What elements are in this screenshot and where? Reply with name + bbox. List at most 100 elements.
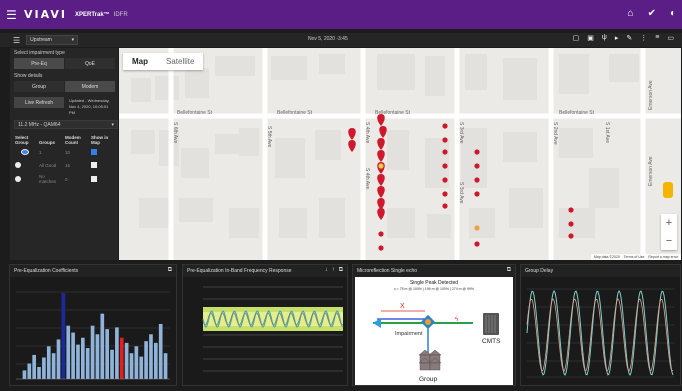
coefficient-bar: [27, 363, 32, 379]
antenna-icon[interactable]: ψ: [602, 34, 607, 42]
direction-select[interactable]: Upstream ▾: [26, 35, 79, 45]
modem-marker-icon[interactable]: [474, 241, 480, 247]
modem-marker-icon[interactable]: [474, 191, 480, 197]
tab-modem[interactable]: Modem: [65, 81, 115, 92]
select-group-radio[interactable]: [15, 162, 21, 168]
modem-marker-icon[interactable]: [442, 137, 448, 143]
table-row[interactable]: All Good 16: [13, 159, 117, 172]
zoom-in-button[interactable]: +: [661, 214, 677, 232]
image-icon[interactable]: ▣: [587, 34, 594, 42]
group-house-icon: [418, 349, 442, 371]
check-icon[interactable]: ✔: [648, 8, 656, 20]
modem-count: 16: [65, 163, 71, 168]
report-error-link[interactable]: Report a map error: [648, 255, 678, 259]
modem-marker-icon[interactable]: [377, 150, 385, 162]
coefficient-bar: [144, 341, 148, 379]
modem-marker-icon[interactable]: [377, 114, 385, 126]
modem-marker-icon[interactable]: [379, 126, 387, 138]
more-vert-icon[interactable]: ⋮: [640, 34, 647, 42]
modem-marker-icon[interactable]: [442, 191, 448, 197]
direction-value: Upstream: [30, 37, 52, 43]
coefficient-bar: [100, 313, 105, 379]
edit-icon[interactable]: ✎: [626, 34, 632, 42]
zoom-out-button[interactable]: −: [661, 232, 677, 250]
cmts-label: CMTS: [482, 338, 501, 345]
select-group-radio[interactable]: [15, 175, 21, 182]
show-in-map-checkbox[interactable]: [91, 149, 97, 155]
tab-pre-eq[interactable]: Pre-Eq: [14, 58, 64, 69]
modem-marker-icon[interactable]: [442, 149, 448, 155]
modem-marker-icon[interactable]: [442, 177, 448, 183]
map-canvas[interactable]: Bellefontaine St Bellefontaine St Bellef…: [119, 48, 681, 260]
street-view-pegman-icon[interactable]: [663, 182, 673, 198]
tab-map[interactable]: Map: [123, 53, 157, 70]
hamburger-menu-icon[interactable]: ☰: [6, 8, 20, 22]
modem-marker-icon[interactable]: [348, 128, 356, 140]
modem-marker-icon[interactable]: [442, 123, 448, 129]
live-refresh-button[interactable]: Live Refresh: [14, 97, 64, 108]
panel-title: Pre-Equalization Coefficients: [14, 268, 79, 274]
terms-link[interactable]: Terms of Use: [624, 255, 645, 259]
show-in-map-checkbox[interactable]: [91, 162, 97, 168]
upload-icon[interactable]: ↑: [332, 267, 335, 274]
modem-marker-icon[interactable]: [474, 225, 480, 231]
home-icon[interactable]: ⌂: [628, 8, 634, 20]
table-row[interactable]: No matches 0: [13, 172, 117, 186]
panel-title: Pre-Equalization In-Band Frequency Respo…: [187, 268, 292, 274]
modem-marker-icon[interactable]: [377, 208, 385, 220]
modem-marker-icon[interactable]: [568, 207, 574, 213]
expand-icon[interactable]: ⧉: [507, 267, 511, 274]
echo-svg: X Impairment ϟ CMTS Group: [373, 303, 501, 383]
frequency-select[interactable]: 11.2 MHz - QAM64 ▾: [14, 120, 118, 129]
modem-marker-icon[interactable]: [474, 177, 480, 183]
tab-qoe[interactable]: QoE: [65, 58, 115, 69]
section-name: IDFR: [113, 11, 128, 18]
select-group-radio[interactable]: [21, 149, 29, 155]
coefficient-bar: [119, 337, 124, 379]
updated-text: Updated - Wednesday, Nov 4, 2020, 10:05:…: [69, 98, 110, 115]
modem-marker-icon[interactable]: [568, 221, 574, 227]
panel-title: Microreflection Single echo: [357, 268, 418, 274]
coefficient-bar: [37, 366, 41, 379]
coefficient-bar: [71, 332, 75, 379]
expand-icon[interactable]: ⧉: [168, 267, 172, 274]
modem-marker-icon[interactable]: [377, 138, 385, 150]
modem-marker-icon[interactable]: [378, 163, 384, 169]
modem-marker-icon[interactable]: [442, 163, 448, 169]
frequency-response-svg: [202, 286, 344, 372]
modem-marker-icon[interactable]: [378, 245, 384, 251]
modem-marker-icon[interactable]: [377, 186, 385, 198]
coefficient-bar: [46, 346, 51, 379]
contrast-icon[interactable]: ◐: [670, 8, 676, 20]
table-header-row: Select Group Groups Modem Count Show in …: [13, 134, 117, 146]
brand-logo: VIAVI: [24, 8, 67, 21]
panel-icon[interactable]: ▭: [667, 34, 674, 42]
modem-marker-icon[interactable]: [348, 140, 356, 152]
play-icon[interactable]: ▸: [615, 34, 619, 42]
screen-icon[interactable]: ▢: [573, 34, 580, 42]
sidebar-toggle-icon[interactable]: ☰: [13, 36, 20, 45]
tab-satellite[interactable]: Satellite: [157, 53, 203, 70]
coefficient-bar: [66, 325, 71, 379]
download-icon[interactable]: ↓: [325, 267, 328, 274]
modem-marker-icon[interactable]: [568, 233, 574, 239]
x-distance-label: X: [400, 303, 405, 310]
modem-marker-icon[interactable]: [474, 149, 480, 155]
coefficient-bar: [149, 334, 153, 379]
column-header: Show in Map: [91, 135, 109, 145]
map-view[interactable]: Bellefontaine St Bellefontaine St Bellef…: [119, 48, 681, 260]
tab-group[interactable]: Group: [14, 81, 64, 92]
group-delay-chart: [521, 277, 680, 385]
modem-marker-icon[interactable]: [442, 203, 448, 209]
table-row[interactable]: 1 10: [13, 146, 117, 159]
modem-marker-icon[interactable]: [377, 174, 385, 186]
modem-marker-icon[interactable]: [474, 163, 480, 169]
list-icon[interactable]: ≡: [655, 34, 659, 42]
column-header: Select Group: [15, 135, 29, 145]
modem-marker-icon[interactable]: [378, 231, 384, 237]
frequency-value: 11.2 MHz - QAM64: [18, 121, 61, 128]
expand-icon[interactable]: ⧉: [339, 267, 343, 274]
coefficient-bar: [81, 337, 85, 379]
coefficients-svg: [16, 291, 170, 380]
show-in-map-checkbox[interactable]: [91, 175, 97, 182]
